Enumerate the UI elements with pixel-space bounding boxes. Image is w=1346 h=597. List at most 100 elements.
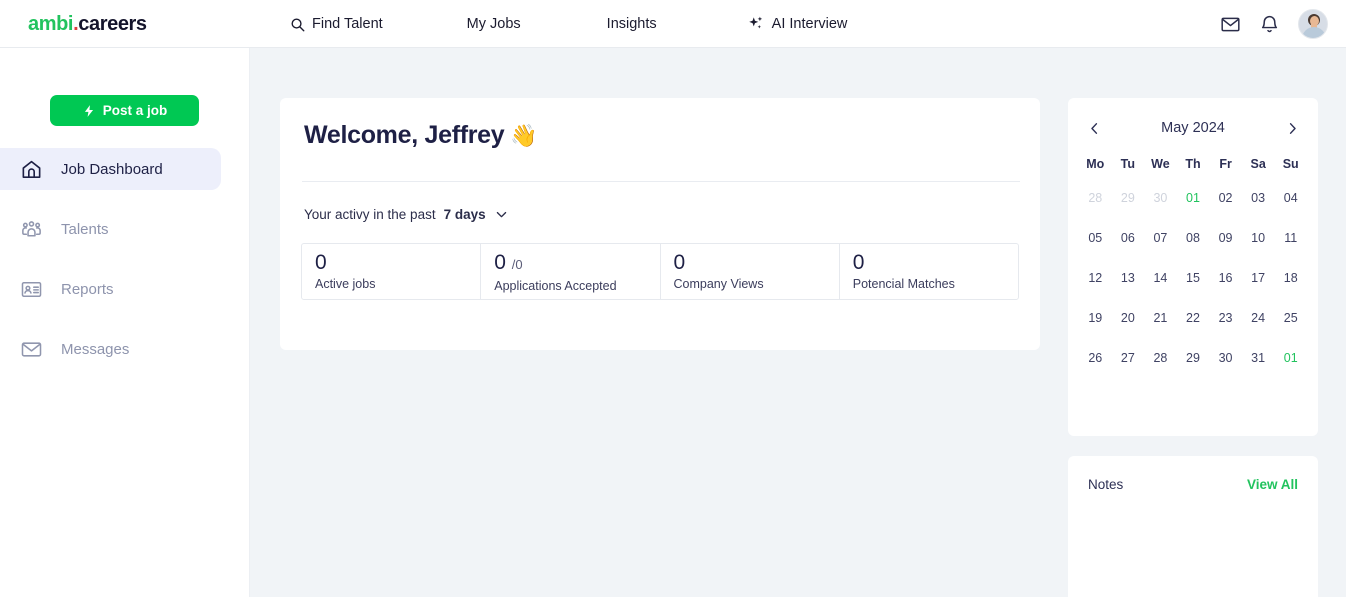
notes-title: Notes xyxy=(1088,477,1123,492)
stat-value-company-views: 0 xyxy=(674,250,839,276)
calendar-day[interactable]: 31 xyxy=(1242,338,1275,378)
calendar-day[interactable]: 06 xyxy=(1112,218,1145,258)
top-bar-actions xyxy=(1220,0,1328,48)
calendar-weekday-fr: Fr xyxy=(1209,150,1242,178)
calendar-day[interactable]: 28 xyxy=(1144,338,1177,378)
calendar-day[interactable]: 01 xyxy=(1177,178,1210,218)
sidebar-label-job-dashboard: Job Dashboard xyxy=(61,161,163,178)
stat-card-potencial-matches: 0 Potencial Matches xyxy=(839,244,1018,299)
stat-card-applications-accepted: 0 /0 Applications Accepted xyxy=(480,244,659,299)
main-content: Welcome, Jeffrey 👋 Your activy in the pa… xyxy=(250,48,1346,597)
calendar-month-label: May 2024 xyxy=(1104,120,1282,136)
envelope-icon xyxy=(18,336,44,362)
chevron-right-icon[interactable] xyxy=(1282,118,1302,138)
calendar-day[interactable]: 18 xyxy=(1274,258,1307,298)
post-a-job-label: Post a job xyxy=(103,103,168,118)
calendar-weekday-sa: Sa xyxy=(1242,150,1275,178)
nav-item-ai-interview[interactable]: AI Interview xyxy=(747,0,848,48)
chevron-down-icon[interactable] xyxy=(494,207,509,222)
calendar-day[interactable]: 10 xyxy=(1242,218,1275,258)
view-all-notes-link[interactable]: View All xyxy=(1247,477,1298,492)
sidebar-label-talents: Talents xyxy=(61,221,109,238)
calendar-day[interactable]: 01 xyxy=(1274,338,1307,378)
calendar-day[interactable]: 09 xyxy=(1209,218,1242,258)
calendar-day[interactable]: 30 xyxy=(1144,178,1177,218)
sidebar-nav-list: Job Dashboard Talents xyxy=(0,148,250,388)
home-icon xyxy=(18,156,44,182)
app-root: ambi.careers Find Talent My Jobs Insight… xyxy=(0,0,1346,597)
activity-prefix-label: Your activy in the past xyxy=(304,207,436,222)
nav-label-find-talent: Find Talent xyxy=(312,16,383,32)
calendar-day[interactable]: 26 xyxy=(1079,338,1112,378)
nav-label-insights: Insights xyxy=(607,16,657,32)
calendar-day[interactable]: 29 xyxy=(1177,338,1210,378)
sidebar-label-messages: Messages xyxy=(61,341,129,358)
stat-value-active-jobs: 0 xyxy=(315,250,480,276)
sidebar-item-messages[interactable]: Messages xyxy=(0,328,250,370)
calendar-day[interactable]: 17 xyxy=(1242,258,1275,298)
calendar-day[interactable]: 22 xyxy=(1177,298,1210,338)
bell-icon[interactable] xyxy=(1259,14,1280,35)
sidebar-item-reports[interactable]: Reports xyxy=(0,268,250,310)
card-divider xyxy=(302,181,1020,182)
notes-card: Notes View All Add note xyxy=(1068,456,1318,597)
sidebar: Post a job Job Dashboard xyxy=(0,48,250,597)
calendar-day[interactable]: 27 xyxy=(1112,338,1145,378)
calendar-day[interactable]: 13 xyxy=(1112,258,1145,298)
calendar-day[interactable]: 25 xyxy=(1274,298,1307,338)
activity-range-selector[interactable]: Your activy in the past 7 days xyxy=(304,207,509,222)
calendar-day[interactable]: 05 xyxy=(1079,218,1112,258)
welcome-text: Welcome, Jeffrey xyxy=(304,121,504,150)
sparkles-icon xyxy=(747,15,765,33)
sidebar-item-talents[interactable]: Talents xyxy=(0,208,250,250)
calendar-day[interactable]: 30 xyxy=(1209,338,1242,378)
stat-label-potencial-matches: Potencial Matches xyxy=(853,277,1018,291)
avatar-body xyxy=(1302,27,1326,39)
nav-item-find-talent[interactable]: Find Talent xyxy=(290,0,383,48)
sidebar-item-job-dashboard[interactable]: Job Dashboard xyxy=(0,148,221,190)
calendar-day[interactable]: 11 xyxy=(1274,218,1307,258)
logo-text-careers: careers xyxy=(78,13,146,35)
search-icon xyxy=(290,17,305,32)
chevron-left-icon[interactable] xyxy=(1084,118,1104,138)
calendar-day[interactable]: 21 xyxy=(1144,298,1177,338)
nav-item-insights[interactable]: Insights xyxy=(607,0,657,48)
stat-card-company-views: 0 Company Views xyxy=(660,244,839,299)
calendar-day[interactable]: 23 xyxy=(1209,298,1242,338)
calendar-day[interactable]: 14 xyxy=(1144,258,1177,298)
notes-header: Notes View All xyxy=(1088,477,1298,492)
stat-card-active-jobs: 0 Active jobs xyxy=(302,244,480,299)
calendar-day[interactable]: 24 xyxy=(1242,298,1275,338)
calendar-day[interactable]: 15 xyxy=(1177,258,1210,298)
calendar-day[interactable]: 07 xyxy=(1144,218,1177,258)
stat-label-company-views: Company Views xyxy=(674,277,839,291)
calendar-weekday-su: Su xyxy=(1274,150,1307,178)
calendar-day[interactable]: 29 xyxy=(1112,178,1145,218)
calendar-day[interactable]: 04 xyxy=(1274,178,1307,218)
stat-suffix-applications-accepted: /0 xyxy=(512,257,523,272)
stat-label-applications-accepted: Applications Accepted xyxy=(494,279,659,293)
calendar-day[interactable]: 16 xyxy=(1209,258,1242,298)
calendar-day[interactable]: 20 xyxy=(1112,298,1145,338)
lightning-bolt-icon xyxy=(82,104,96,118)
nav-label-ai-interview: AI Interview xyxy=(772,16,848,32)
calendar-weekday-tu: Tu xyxy=(1112,150,1145,178)
brand-logo[interactable]: ambi.careers xyxy=(28,13,147,36)
calendar-day[interactable]: 12 xyxy=(1079,258,1112,298)
mail-icon[interactable] xyxy=(1220,14,1241,35)
calendar-day[interactable]: 28 xyxy=(1079,178,1112,218)
calendar-day[interactable]: 19 xyxy=(1079,298,1112,338)
calendar-day[interactable]: 02 xyxy=(1209,178,1242,218)
calendar-day[interactable]: 08 xyxy=(1177,218,1210,258)
user-avatar[interactable] xyxy=(1298,9,1328,39)
sidebar-label-reports: Reports xyxy=(61,281,114,298)
stat-value-potencial-matches: 0 xyxy=(853,250,1018,276)
nav-label-my-jobs: My Jobs xyxy=(467,16,521,32)
id-card-icon xyxy=(18,276,44,302)
calendar-weekday-th: Th xyxy=(1177,150,1210,178)
top-nav-items: Find Talent My Jobs Insights AI Intervie… xyxy=(290,0,847,48)
page-title: Welcome, Jeffrey 👋 xyxy=(304,121,537,150)
calendar-day[interactable]: 03 xyxy=(1242,178,1275,218)
nav-item-my-jobs[interactable]: My Jobs xyxy=(467,0,521,48)
post-a-job-button[interactable]: Post a job xyxy=(50,95,199,126)
